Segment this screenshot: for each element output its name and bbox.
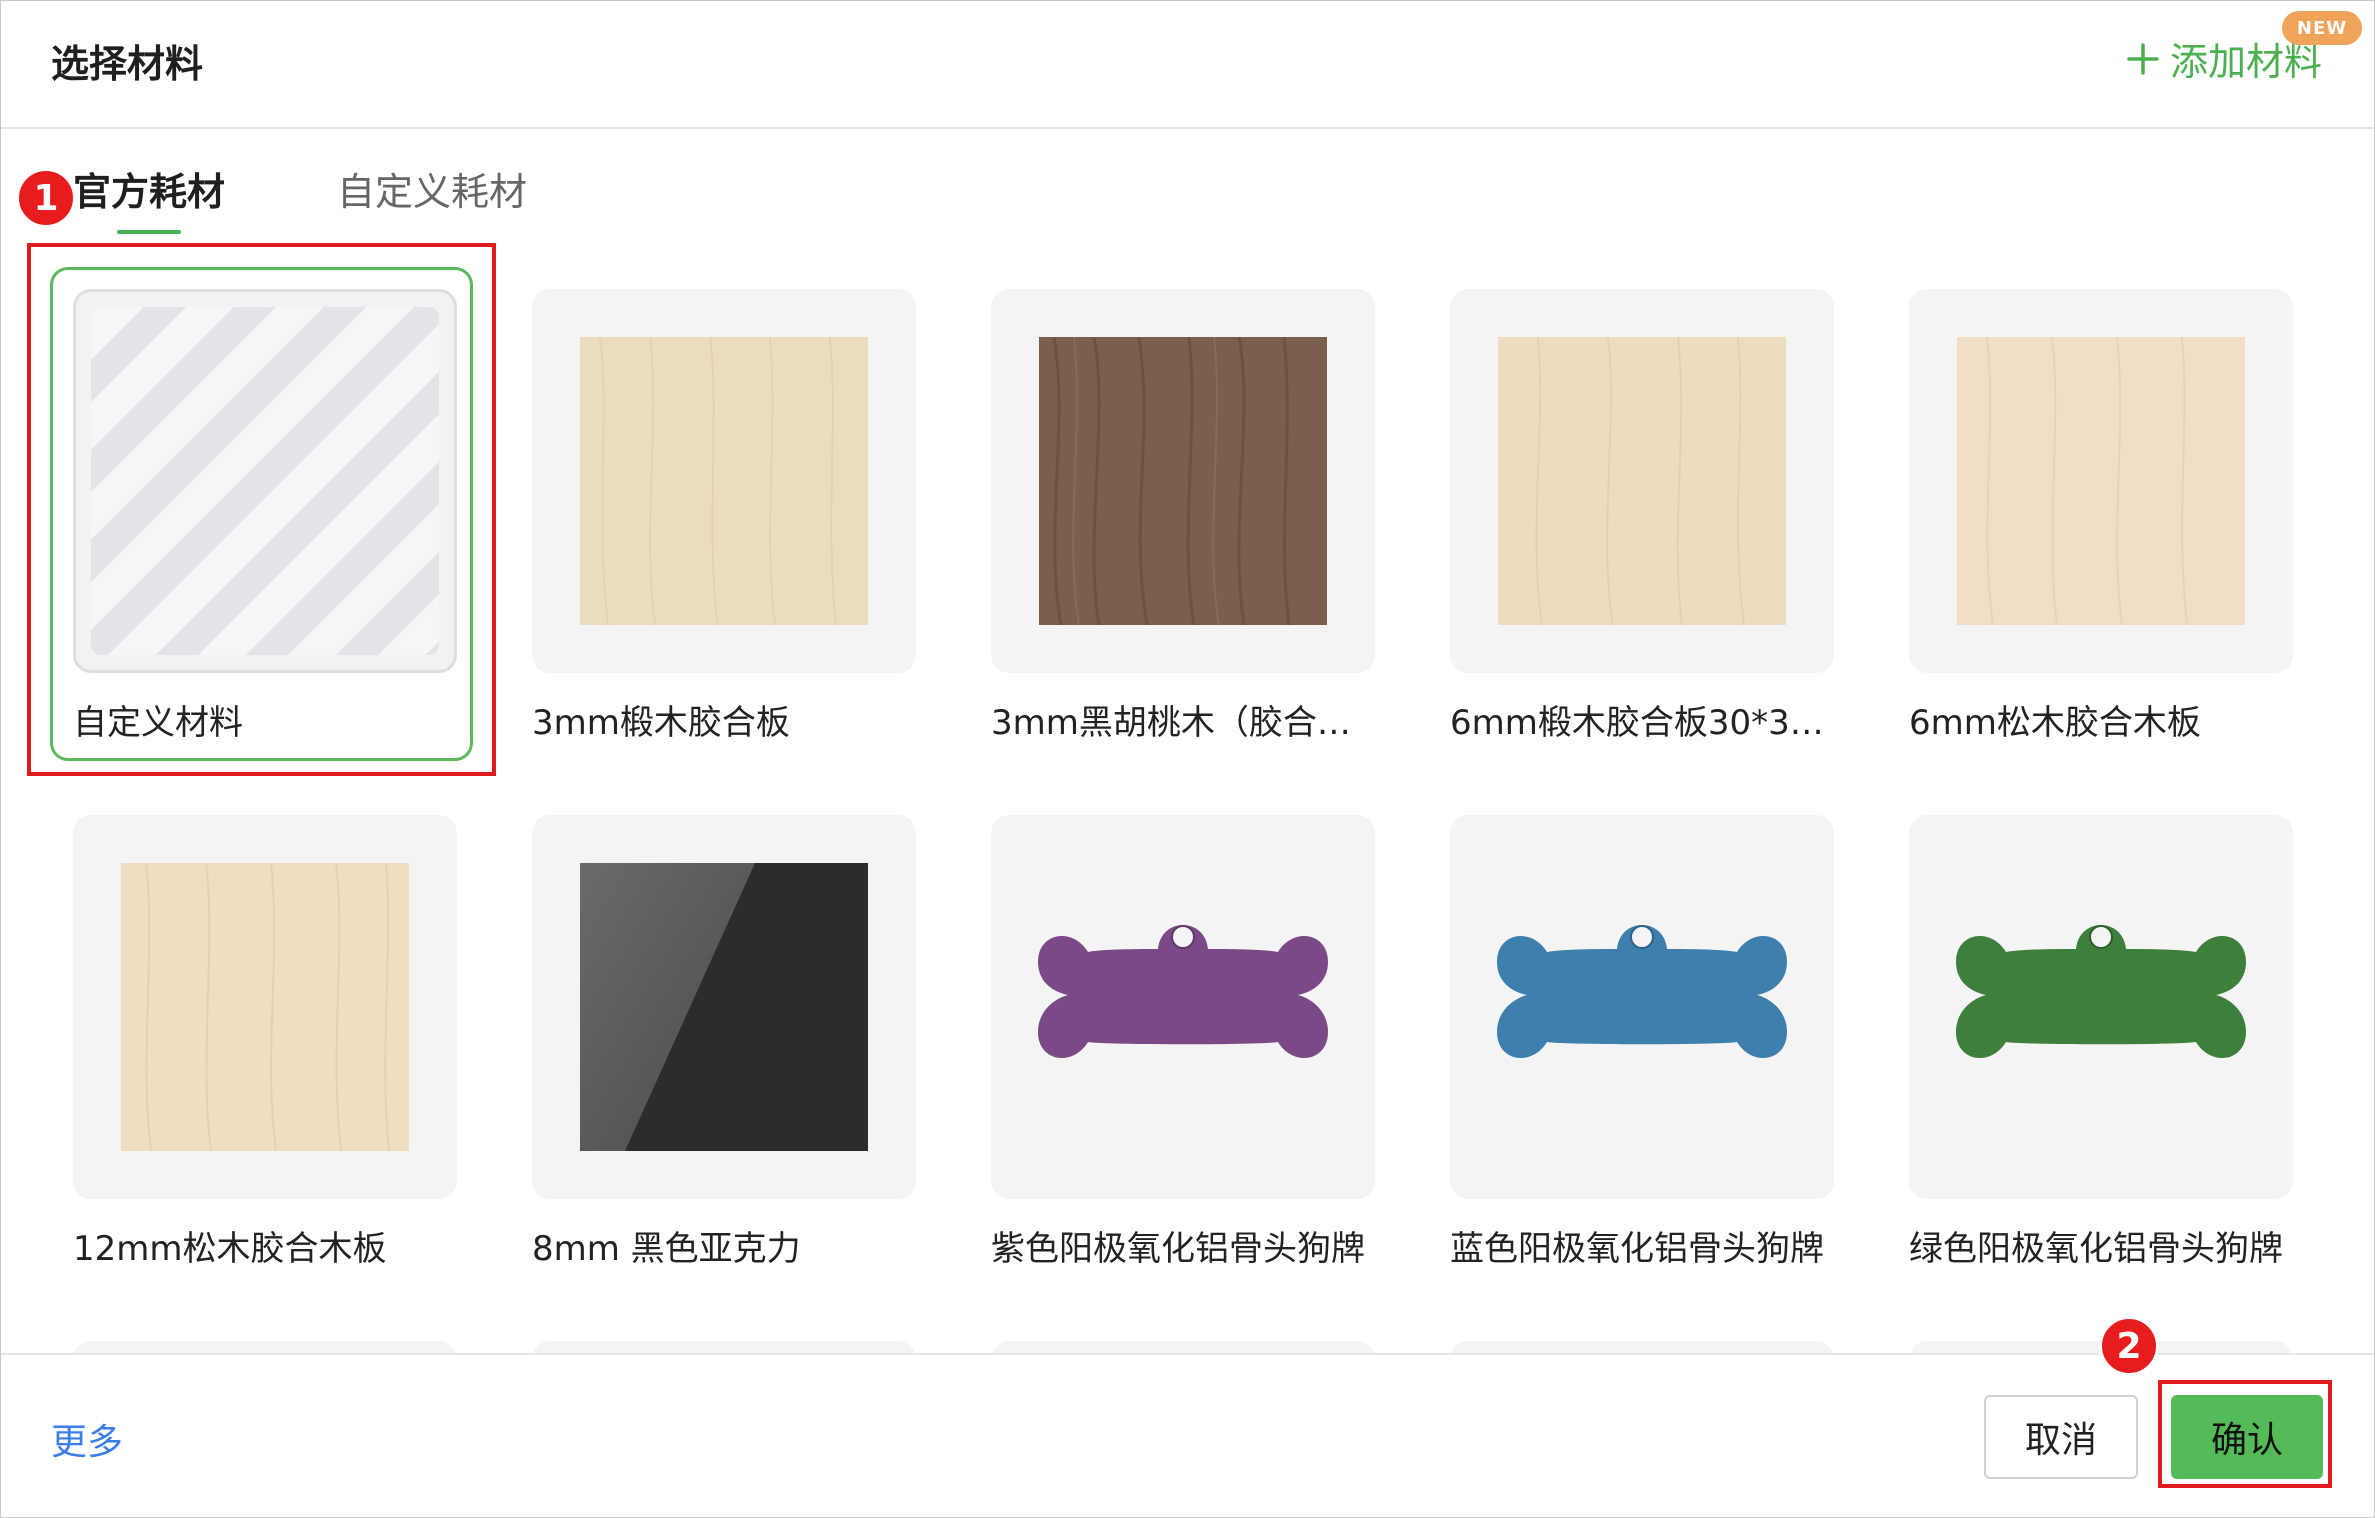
material-card[interactable]: 6mm松木胶合木板 (1909, 289, 2293, 744)
material-thumbnail (1909, 289, 2293, 673)
active-tab-indicator (117, 230, 181, 234)
material-thumbnail (532, 289, 916, 673)
annotation-highlight-box-1 (27, 243, 496, 776)
wood-sample-icon (580, 337, 868, 625)
wood-sample-icon (1498, 337, 1786, 625)
material-card-partial[interactable] (1450, 1341, 1834, 1353)
material-thumbnail (532, 815, 916, 1199)
material-card[interactable]: 绿色阳极氧化铝骨头狗牌 (1909, 815, 2293, 1270)
material-thumbnail (991, 815, 1375, 1199)
tab-custom-materials[interactable]: 自定义耗材 (337, 161, 527, 234)
bone-tag-icon (1956, 925, 2246, 1059)
annotation-highlight-box-2 (2158, 1380, 2332, 1488)
material-card[interactable]: 6mm椴木胶合板30*30... (1450, 289, 1834, 744)
acrylic-sample-icon (580, 863, 868, 1151)
material-label: 6mm椴木胶合板30*30... (1450, 703, 1834, 743)
bone-tag-icon (1038, 925, 1328, 1059)
material-card[interactable]: 12mm松木胶合木板 (73, 815, 457, 1270)
wood-sample-icon (1957, 337, 2245, 625)
material-label: 3mm椴木胶合板 (532, 703, 790, 743)
material-thumbnail (1450, 289, 1834, 673)
bone-tag-icon (1497, 925, 1787, 1059)
wood-sample-icon (121, 863, 409, 1151)
plus-icon (2127, 42, 2159, 75)
material-card[interactable]: 蓝色阳极氧化铝骨头狗牌 (1450, 815, 1834, 1270)
material-card[interactable]: 3mm黑胡桃木（胶合）... (991, 289, 1375, 744)
material-label: 紫色阳极氧化铝骨头狗牌 (991, 1229, 1365, 1269)
material-label: 6mm松木胶合木板 (1909, 703, 2201, 743)
material-card-partial[interactable] (991, 1341, 1375, 1353)
material-card-partial[interactable] (73, 1341, 457, 1353)
material-thumbnail (1450, 815, 1834, 1199)
material-thumbnail (1909, 815, 2293, 1199)
tab-label: 官方耗材 (73, 170, 226, 214)
annotation-step-badge-2: 2 (2099, 1316, 2159, 1376)
more-link[interactable]: 更多 (51, 1413, 123, 1465)
dialog-footer: 更多 取消 确认 (1, 1353, 2374, 1517)
material-label: 8mm 黑色亚克力 (532, 1229, 801, 1269)
material-label: 12mm松木胶合木板 (73, 1229, 387, 1269)
material-card[interactable]: 3mm椴木胶合板 (532, 289, 916, 744)
walnut-sample-icon (1039, 337, 1327, 625)
material-card-partial[interactable] (532, 1341, 916, 1353)
annotation-step-badge-1: 1 (16, 168, 76, 228)
material-label: 3mm黑胡桃木（胶合）... (991, 703, 1375, 743)
dialog-header: 选择材料 添加材料 NEW (1, 1, 2374, 129)
material-thumbnail (73, 815, 457, 1199)
material-label: 绿色阳极氧化铝骨头狗牌 (1909, 1229, 2283, 1269)
new-badge: NEW (2282, 11, 2362, 45)
material-tabs: 官方耗材 自定义耗材 (73, 161, 527, 234)
tab-official-materials[interactable]: 官方耗材 (73, 161, 225, 234)
material-label: 蓝色阳极氧化铝骨头狗牌 (1450, 1229, 1824, 1269)
cancel-button[interactable]: 取消 (1984, 1395, 2138, 1479)
material-card[interactable]: 紫色阳极氧化铝骨头狗牌 (991, 815, 1375, 1270)
material-thumbnail (991, 289, 1375, 673)
tab-label: 自定义耗材 (337, 170, 528, 214)
material-card[interactable]: 8mm 黑色亚克力 (532, 815, 916, 1270)
dialog-title: 选择材料 (51, 42, 204, 86)
